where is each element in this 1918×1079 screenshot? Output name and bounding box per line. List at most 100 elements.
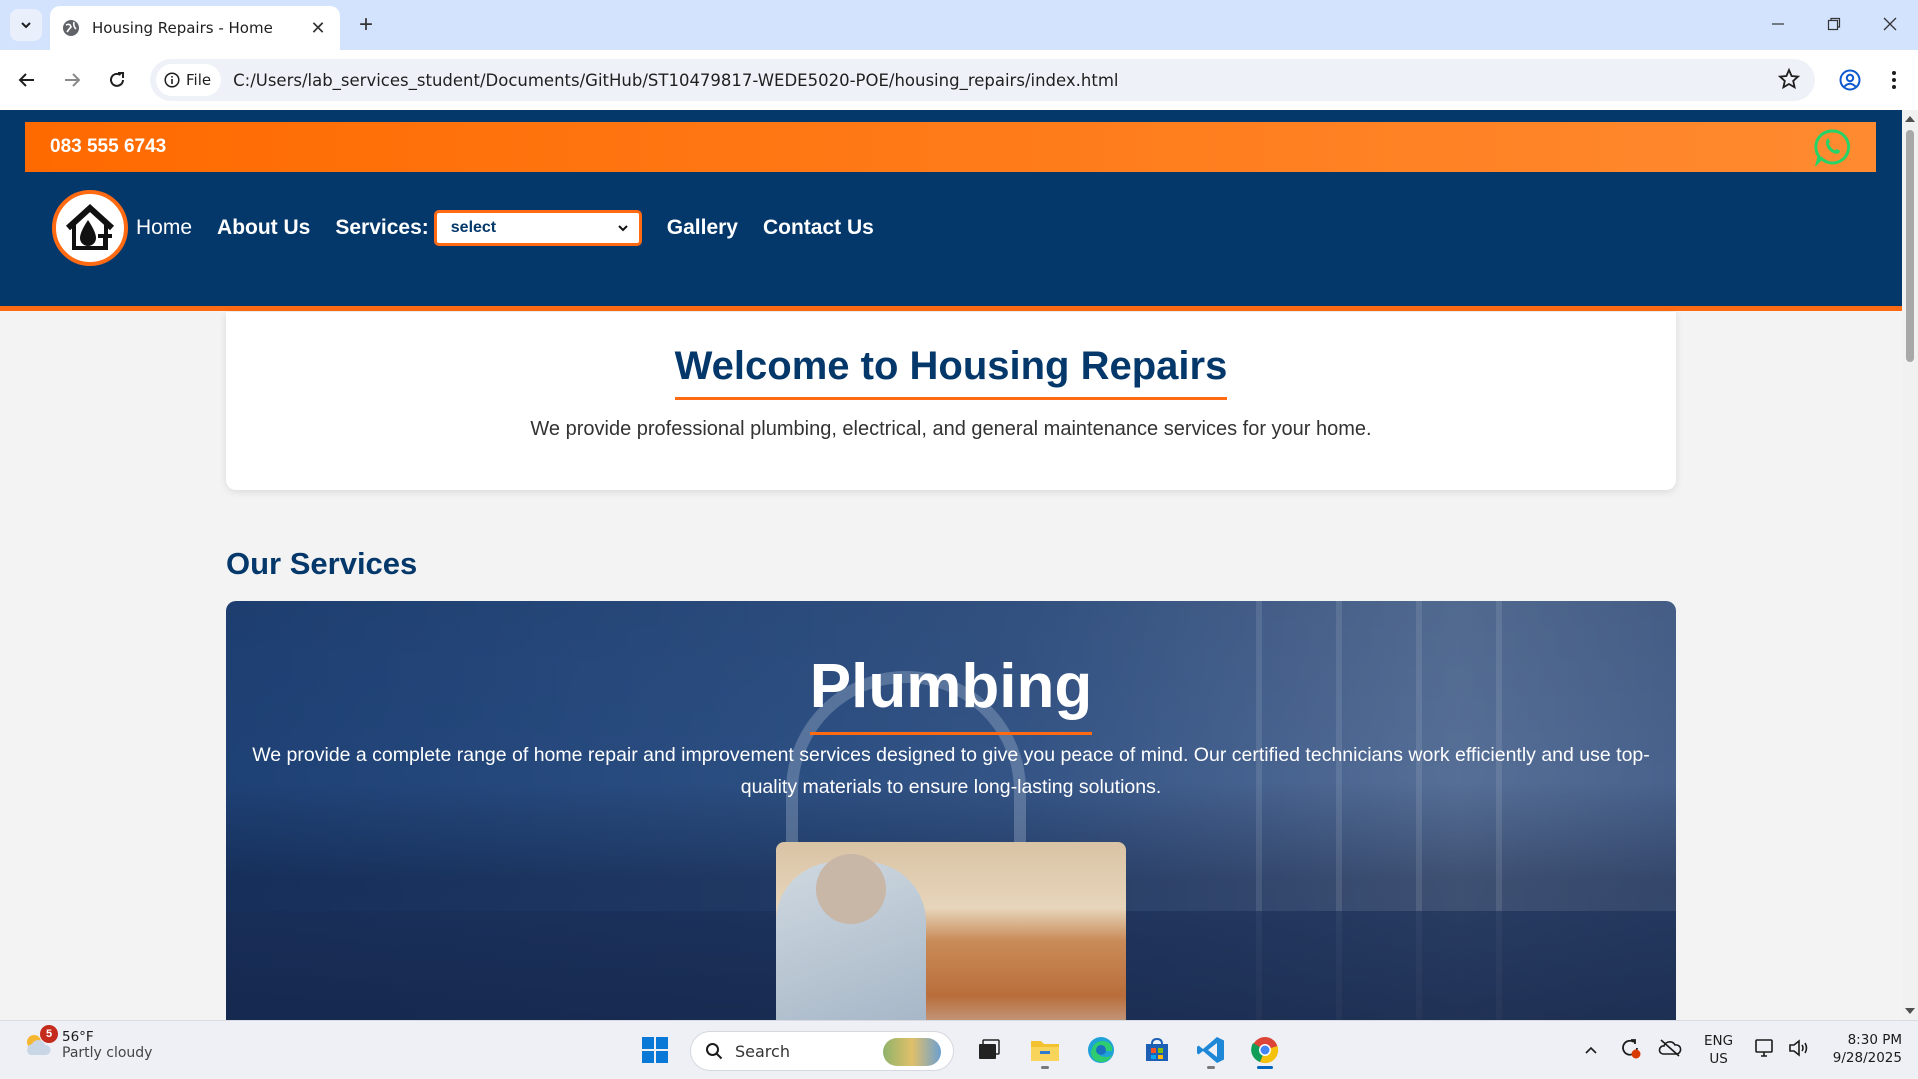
vscode-button[interactable] xyxy=(1192,1031,1230,1069)
sync-alert-icon xyxy=(1622,1038,1641,1058)
store-button[interactable] xyxy=(1138,1031,1176,1069)
search-highlight-image xyxy=(883,1038,941,1066)
restore-icon xyxy=(1827,17,1841,31)
bookmark-star-icon[interactable] xyxy=(1777,67,1801,91)
url-text[interactable]: C:/Users/lab_services_student/Documents/… xyxy=(233,71,1118,90)
more-vertical-icon xyxy=(1892,71,1896,89)
nav-services-label: Services: xyxy=(335,216,429,239)
clock-date: 9/28/2025 xyxy=(1832,1050,1902,1066)
page-scrollbar[interactable] xyxy=(1902,110,1918,1020)
windows-taskbar: 5 56°F Partly cloudy Search ENG US 8:30 … xyxy=(0,1020,1918,1078)
service-title-text: Plumbing xyxy=(809,651,1093,735)
edge-browser-icon xyxy=(1088,1037,1114,1063)
nav-contact[interactable]: Contact Us xyxy=(763,216,874,240)
site-info-chip[interactable]: File xyxy=(156,64,222,96)
language-indicator[interactable]: ENG US xyxy=(1704,1032,1733,1068)
welcome-section: Welcome to Housing Repairs We provide pr… xyxy=(226,312,1676,490)
reload-icon xyxy=(110,72,124,87)
tab-search-button[interactable] xyxy=(10,9,42,41)
company-logo[interactable] xyxy=(52,190,128,266)
main-navigation: Home About Us Services: select Gallery C… xyxy=(52,190,899,266)
address-bar[interactable]: File C:/Users/lab_services_student/Docum… xyxy=(150,59,1815,101)
chevron-up-icon xyxy=(1585,1046,1597,1054)
page-viewport: 083 555 6743 Home About Us Services: sel… xyxy=(0,110,1902,1020)
nav-home[interactable]: Home xyxy=(136,216,192,240)
task-view-icon xyxy=(979,1039,1000,1059)
contact-topbar: 083 555 6743 xyxy=(25,122,1876,172)
whatsapp-icon[interactable] xyxy=(1814,128,1852,166)
weather-condition: Partly cloudy xyxy=(62,1045,153,1061)
weather-temperature: 56°F xyxy=(62,1029,94,1045)
service-description: We provide a complete range of home repa… xyxy=(252,744,1650,798)
browser-toolbar: File C:/Users/lab_services_student/Docum… xyxy=(0,50,1918,110)
show-hidden-icons-button[interactable] xyxy=(1578,1045,1604,1055)
chevron-down-icon xyxy=(21,22,31,29)
new-tab-button[interactable]: + xyxy=(352,11,380,39)
back-button[interactable] xyxy=(11,64,43,96)
nav-gallery[interactable]: Gallery xyxy=(667,216,738,240)
minimize-icon xyxy=(1772,23,1784,25)
scroll-down-arrow-icon[interactable] xyxy=(1905,1008,1915,1014)
keyboard-region: US xyxy=(1709,1051,1728,1067)
search-icon xyxy=(706,1043,723,1060)
close-icon[interactable]: ✕ xyxy=(308,18,328,38)
welcome-text: We provide professional plumbing, electr… xyxy=(530,418,1372,440)
arrow-right-icon xyxy=(65,73,81,87)
windows-logo-icon xyxy=(642,1037,668,1063)
profile-button[interactable] xyxy=(1834,64,1866,96)
browser-tab-strip: Housing Repairs - Home ✕ + xyxy=(0,0,1918,50)
clock[interactable]: 8:30 PM 9/28/2025 xyxy=(1822,1031,1902,1067)
edge-button[interactable] xyxy=(1082,1031,1120,1069)
info-icon xyxy=(164,72,180,88)
arrow-left-icon xyxy=(18,73,34,87)
minimize-button[interactable] xyxy=(1750,0,1806,48)
network-button[interactable] xyxy=(1753,1037,1779,1064)
globe-icon xyxy=(63,20,79,36)
weather-widget[interactable]: 5 56°F Partly cloudy xyxy=(22,1025,153,1061)
window-close-button[interactable] xyxy=(1862,0,1918,48)
speaker-icon xyxy=(1789,1038,1808,1057)
forward-button[interactable] xyxy=(56,64,88,96)
vscode-icon xyxy=(1197,1037,1224,1063)
reload-button[interactable] xyxy=(101,64,133,96)
services-select[interactable]: select xyxy=(433,210,642,246)
chrome-button[interactable] xyxy=(1246,1031,1284,1069)
profile-icon xyxy=(1839,69,1861,91)
microsoft-store-icon xyxy=(1146,1037,1168,1061)
file-explorer-button[interactable] xyxy=(1026,1031,1064,1069)
language-code: ENG xyxy=(1704,1033,1734,1049)
running-indicator xyxy=(1041,1066,1049,1069)
nav-about[interactable]: About Us xyxy=(217,216,310,240)
chrome-icon xyxy=(1251,1037,1279,1064)
task-view-button[interactable] xyxy=(970,1031,1008,1069)
cloud-offline-icon xyxy=(1658,1038,1682,1057)
start-button[interactable] xyxy=(636,1031,674,1069)
service-card-plumbing: Plumbing We provide a complete range of … xyxy=(226,601,1676,1020)
search-placeholder: Search xyxy=(735,1041,790,1061)
taskbar-search[interactable]: Search xyxy=(690,1031,954,1071)
system-tray: ENG US xyxy=(1578,1021,1813,1079)
running-indicator-active xyxy=(1257,1066,1273,1069)
site-header: 083 555 6743 Home About Us Services: sel… xyxy=(0,110,1902,311)
chevron-down-icon xyxy=(618,225,628,232)
plumber-photo xyxy=(776,842,1126,1020)
sync-status-button[interactable] xyxy=(1618,1036,1644,1065)
tab-title: Housing Repairs - Home xyxy=(92,19,273,37)
onedrive-button[interactable] xyxy=(1658,1038,1684,1063)
partly-cloudy-icon: 5 xyxy=(22,1025,58,1061)
scrollbar-thumb[interactable] xyxy=(1906,130,1914,362)
site-info-label: File xyxy=(186,71,212,89)
scroll-up-arrow-icon[interactable] xyxy=(1905,116,1915,122)
services-select-value: select xyxy=(450,219,497,236)
services-section-title: Our Services xyxy=(226,546,418,581)
browser-tab-active[interactable]: Housing Repairs - Home ✕ xyxy=(50,6,340,50)
restore-button[interactable] xyxy=(1806,0,1862,48)
phone-number[interactable]: 083 555 6743 xyxy=(50,136,166,158)
welcome-heading: Welcome to Housing Repairs xyxy=(674,344,1228,400)
volume-button[interactable] xyxy=(1787,1037,1813,1064)
house-drop-logo-icon xyxy=(65,203,115,250)
running-indicator xyxy=(1207,1066,1215,1069)
service-title: Plumbing xyxy=(226,651,1676,735)
menu-button[interactable] xyxy=(1878,64,1910,96)
close-icon xyxy=(1883,17,1897,31)
